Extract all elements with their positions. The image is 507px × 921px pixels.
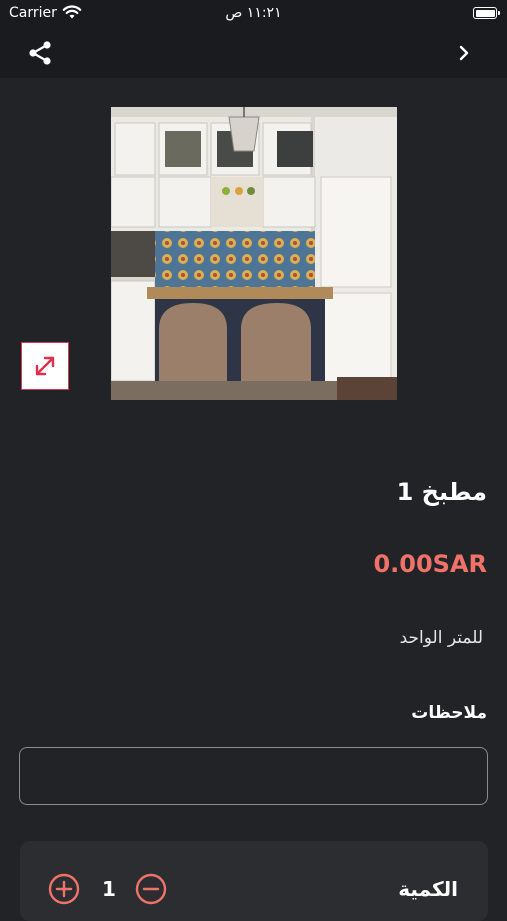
share-icon[interactable] [27,40,53,66]
expand-icon [35,356,55,376]
navigation-bar [0,28,507,78]
product-title: مطبخ 1 [396,478,487,506]
expand-image-button[interactable] [21,342,69,390]
status-bar: Carrier ١١:٢١ ص [0,0,507,28]
quantity-panel: الكمية 1 [20,841,488,921]
price-unit: للمتر الواحد [399,628,483,648]
minus-circle-icon[interactable] [135,873,167,905]
clock: ١١:٢١ ص [225,5,282,21]
chevron-right-icon[interactable] [457,44,471,62]
battery-icon [473,7,500,19]
quantity-label: الكمية [398,877,458,901]
plus-circle-icon[interactable] [48,873,80,905]
product-price: 0.00SAR [373,550,487,578]
notes-input[interactable] [19,747,488,805]
product-image [111,107,397,400]
notes-label: ملاحظات [411,703,487,723]
quantity-value: 1 [102,877,116,901]
